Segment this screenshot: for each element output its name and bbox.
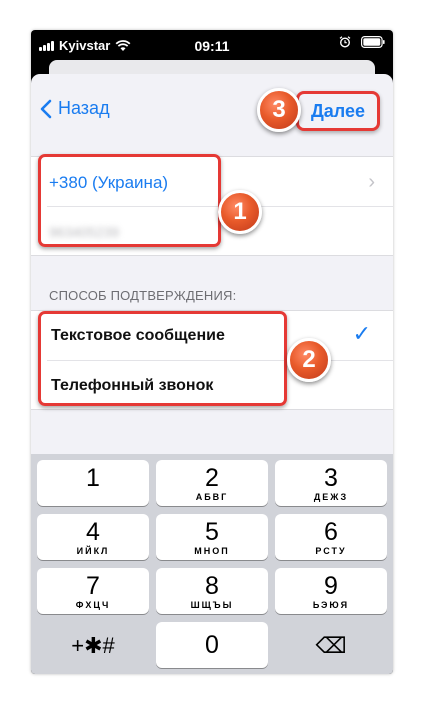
status-bar: Kyivstar 09:11 [31, 30, 393, 60]
nav-bar: Назад Далее [31, 74, 393, 140]
key-9[interactable]: 9 ЬЭЮЯ [275, 568, 387, 614]
step-badge-3: 3 [257, 88, 301, 132]
key-7[interactable]: 7 ФХЦЧ [37, 568, 149, 614]
key-letters: АБВГ [195, 492, 229, 502]
key-letters: ЬЭЮЯ [312, 600, 350, 610]
key-8[interactable]: 8 ШЩЪЫ [156, 568, 268, 614]
key-1[interactable]: 1 [37, 460, 149, 506]
backspace-icon: ⌫ [315, 633, 347, 658]
key-letters: ШЩЪЫ [190, 600, 234, 610]
key-letters: РСТУ [315, 546, 347, 556]
key-digit: 5 [205, 518, 219, 546]
alarm-icon [339, 36, 351, 48]
key-4[interactable]: 4 ИЙКЛ [37, 514, 149, 560]
highlight-box-2 [38, 311, 287, 406]
key-digit: 2 [205, 464, 219, 492]
key-digit: +✱# [71, 633, 115, 658]
chevron-left-icon [40, 99, 52, 118]
key-digit: 8 [205, 572, 219, 600]
step-badge-2: 2 [287, 338, 331, 382]
key-letters: ИЙКЛ [76, 546, 110, 556]
key-2[interactable]: 2 АБВГ [156, 460, 268, 506]
key-6[interactable]: 6 РСТУ [275, 514, 387, 560]
backspace-key[interactable]: ⌫ [275, 622, 387, 668]
key-digit: 1 [86, 464, 100, 492]
back-label: Назад [58, 98, 110, 118]
key-letters: ДЕЖЗ [313, 492, 349, 502]
key-digit: 6 [324, 518, 338, 546]
numeric-keypad: 1 2 АБВГ 3 ДЕЖЗ 4 ИЙКЛ 5 МНОП 6 РСТУ 7 Ф… [31, 454, 393, 674]
key-5[interactable]: 5 МНОП [156, 514, 268, 560]
key-letters: МНОП [194, 546, 230, 556]
key-digit: 9 [324, 572, 338, 600]
battery-icon [361, 36, 385, 48]
phone-screen: Kyivstar 09:11 Назад Далее +380 (Украина… [31, 30, 393, 674]
section-header: СПОСОБ ПОДТВЕРЖДЕНИЯ: [49, 288, 237, 303]
highlight-box-1 [38, 154, 221, 247]
back-button[interactable]: Назад [40, 98, 110, 119]
status-right [339, 36, 385, 48]
key-3[interactable]: 3 ДЕЖЗ [275, 460, 387, 506]
key-digit: 4 [86, 518, 100, 546]
next-button[interactable]: Далее [296, 91, 380, 131]
key-digit: 7 [86, 572, 100, 600]
key-letters: ФХЦЧ [75, 600, 111, 610]
next-label: Далее [310, 100, 366, 121]
chevron-right-icon: › [368, 171, 375, 193]
step-badge-1: 1 [218, 190, 262, 234]
key-0[interactable]: 0 [156, 622, 268, 668]
key-symbols[interactable]: +✱# [37, 622, 149, 668]
key-digit: 0 [205, 631, 219, 659]
key-digit: 3 [324, 464, 338, 492]
checkmark-icon: ✓ [352, 321, 371, 346]
